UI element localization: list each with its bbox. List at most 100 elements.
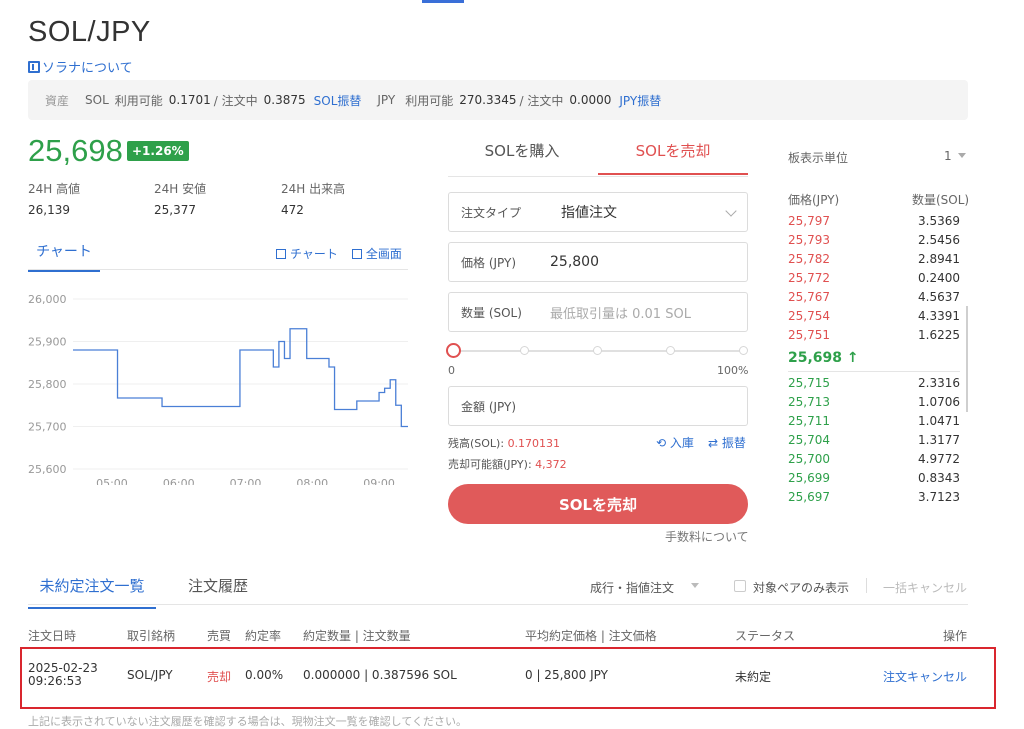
col-pair: 取引銘柄 bbox=[127, 629, 176, 643]
orderbook-price: 25,793 bbox=[788, 233, 830, 247]
slider-mark[interactable] bbox=[520, 346, 529, 355]
sellable-label: 売却可能額(JPY): bbox=[448, 458, 532, 471]
jpy-transfer-link[interactable]: JPY振替 bbox=[619, 92, 661, 109]
y-tick-label: 25,900 bbox=[28, 336, 67, 349]
balance-label: 残高(SOL): bbox=[448, 437, 505, 450]
footnote: 上記に表示されていない注文履歴を確認する場合は、現物注文一覧を確認してください。 bbox=[28, 715, 468, 728]
orderbook-qty: 3.7123 bbox=[918, 490, 960, 504]
y-tick-label: 25,600 bbox=[28, 463, 67, 476]
orderbook-price: 25,772 bbox=[788, 271, 830, 285]
price-value: 25,800 bbox=[550, 254, 599, 270]
fee-link[interactable]: 手数料について bbox=[665, 528, 749, 545]
orderbook-bid-row[interactable]: 25,700 4.9772 bbox=[788, 452, 960, 471]
chart-link-label: チャート bbox=[290, 247, 338, 261]
stat-high-value: 26,139 bbox=[28, 203, 70, 217]
x-tick-label: 06:00 bbox=[163, 477, 195, 485]
fullscreen-link[interactable]: 全画面 bbox=[351, 245, 402, 262]
col-date: 注文日時 bbox=[28, 629, 77, 643]
orderbook-price: 25,697 bbox=[788, 490, 830, 504]
x-tick-label: 05:00 bbox=[96, 477, 128, 485]
slider-min-label: 0 bbox=[448, 364, 455, 377]
caret-down-icon bbox=[958, 153, 966, 158]
order-type-select[interactable]: 注文タイプ 指値注文 bbox=[448, 192, 748, 232]
orderbook-qty: 1.0471 bbox=[918, 414, 960, 428]
order-filter-select[interactable]: 成行・指値注文 bbox=[590, 579, 674, 596]
tab-sell[interactable]: SOLを売却 bbox=[598, 140, 748, 175]
transfer-link[interactable]: ⇄ 振替 bbox=[708, 434, 746, 451]
orderbook-ask-row[interactable]: 25,751 1.6225 bbox=[788, 328, 960, 347]
price-chart[interactable]: 26,000 25,900 25,800 25,700 25,600 05:00 06:00… bbox=[20, 285, 412, 485]
orderbook-ask-row[interactable]: 25,754 4.3391 bbox=[788, 309, 960, 328]
cancel-order-button[interactable]: 注文キャンセル bbox=[883, 668, 967, 685]
chart-link[interactable]: チャート bbox=[276, 245, 338, 262]
chart-tab-divider bbox=[28, 269, 408, 270]
orderbook-price: 25,713 bbox=[788, 395, 830, 409]
sol-transfer-link[interactable]: SOL振替 bbox=[314, 92, 362, 109]
orderbook-qty: 2.3316 bbox=[918, 376, 960, 390]
stat-low-value: 25,377 bbox=[154, 203, 196, 217]
amount-field[interactable]: 金額 (JPY) bbox=[448, 386, 748, 426]
orderbook-mid-divider bbox=[788, 371, 960, 372]
orderbook-qty: 2.5456 bbox=[918, 233, 960, 247]
stat-volume-label: 24H 出来高 bbox=[281, 182, 346, 196]
orderbook-bid-row[interactable]: 25,715 2.3316 bbox=[788, 376, 960, 395]
orderbook-bid-row[interactable]: 25,711 1.0471 bbox=[788, 414, 960, 433]
transfer-icon: ⇄ bbox=[708, 436, 719, 450]
order-fill-rate: 0.00% bbox=[245, 668, 284, 682]
orderbook-ask-row[interactable]: 25,797 3.5369 bbox=[788, 214, 960, 233]
sell-button[interactable]: SOLを売却 bbox=[448, 484, 748, 524]
y-tick-label: 26,000 bbox=[28, 293, 67, 306]
trade-tab-divider bbox=[448, 176, 748, 177]
fullscreen-icon bbox=[351, 249, 362, 259]
order-qty: 0.000000 | 0.387596 SOL bbox=[303, 668, 457, 682]
order-type-label: 注文タイプ bbox=[461, 205, 522, 220]
price-field[interactable]: 価格 (JPY) 25,800 bbox=[448, 242, 748, 282]
orderbook-qty: 0.8343 bbox=[918, 471, 960, 485]
orderbook-price: 25,797 bbox=[788, 214, 830, 228]
slider-mark[interactable] bbox=[739, 346, 748, 355]
stat-volume: 24H 出来高 472 bbox=[281, 180, 345, 217]
top-nav-indicator bbox=[422, 0, 464, 3]
orderbook-ask-row[interactable]: 25,772 0.2400 bbox=[788, 271, 960, 290]
tab-chart[interactable]: チャート bbox=[28, 241, 100, 272]
slider-mark[interactable] bbox=[666, 346, 675, 355]
last-price: 25,698 bbox=[28, 133, 123, 168]
about-coin-link[interactable]: ソラナについて bbox=[28, 57, 133, 76]
orderbook-bid-row[interactable]: 25,704 1.3177 bbox=[788, 433, 960, 452]
orderbook-bid-row[interactable]: 25,713 1.0706 bbox=[788, 395, 960, 414]
fullscreen-link-label: 全画面 bbox=[365, 247, 402, 261]
jpy-ordering: 0.0000 bbox=[569, 93, 612, 107]
orderbook-ask-row[interactable]: 25,767 4.5637 bbox=[788, 290, 960, 309]
orderbook-scrollbar[interactable] bbox=[966, 306, 968, 412]
stat-volume-value: 472 bbox=[281, 203, 304, 217]
slider-handle[interactable] bbox=[446, 343, 461, 358]
orderbook-price: 25,767 bbox=[788, 290, 830, 304]
tab-order-history[interactable]: 注文履歴 bbox=[188, 575, 248, 607]
orderbook-ask-row[interactable]: 25,793 2.5456 bbox=[788, 233, 960, 252]
orderbook-price: 25,782 bbox=[788, 252, 830, 266]
orderbook-unit-select[interactable]: 1 bbox=[944, 149, 952, 163]
col-price: 平均約定価格 | 注文価格 bbox=[525, 629, 657, 643]
sol-ordering-label: / 注文中 bbox=[213, 93, 258, 108]
pair-only-checkbox[interactable] bbox=[734, 580, 746, 592]
jpy-available: 270.3345 bbox=[459, 93, 517, 107]
order-price: 0 | 25,800 JPY bbox=[525, 668, 608, 682]
orderbook-qty: 4.5637 bbox=[918, 290, 960, 304]
jpy-name: JPY bbox=[377, 93, 396, 107]
orderbook-ask-row[interactable]: 25,782 2.8941 bbox=[788, 252, 960, 271]
deposit-link[interactable]: ⟲ 入庫 bbox=[656, 434, 694, 451]
tab-buy[interactable]: SOLを購入 bbox=[448, 140, 596, 173]
cancel-all-button[interactable]: 一括キャンセル bbox=[883, 579, 967, 596]
orderbook-qty: 4.3391 bbox=[918, 309, 960, 323]
order-side: 売却 bbox=[207, 670, 232, 684]
orderbook-qty: 1.6225 bbox=[918, 328, 960, 342]
slider-mark[interactable] bbox=[593, 346, 602, 355]
orderbook-bid-row[interactable]: 25,697 3.7123 bbox=[788, 490, 960, 509]
sellable-value: 4,372 bbox=[535, 458, 567, 471]
orderbook-qty: 4.9772 bbox=[918, 452, 960, 466]
order-date: 2025-02-23 09:26:53 bbox=[28, 662, 98, 688]
about-link-label: ソラナについて bbox=[42, 61, 133, 76]
quantity-field[interactable]: 数量 (SOL) 最低取引量は 0.01 SOL bbox=[448, 292, 748, 332]
orderbook-bid-row[interactable]: 25,699 0.8343 bbox=[788, 471, 960, 490]
sellable-line: 売却可能額(JPY): 4,372 bbox=[448, 456, 567, 472]
